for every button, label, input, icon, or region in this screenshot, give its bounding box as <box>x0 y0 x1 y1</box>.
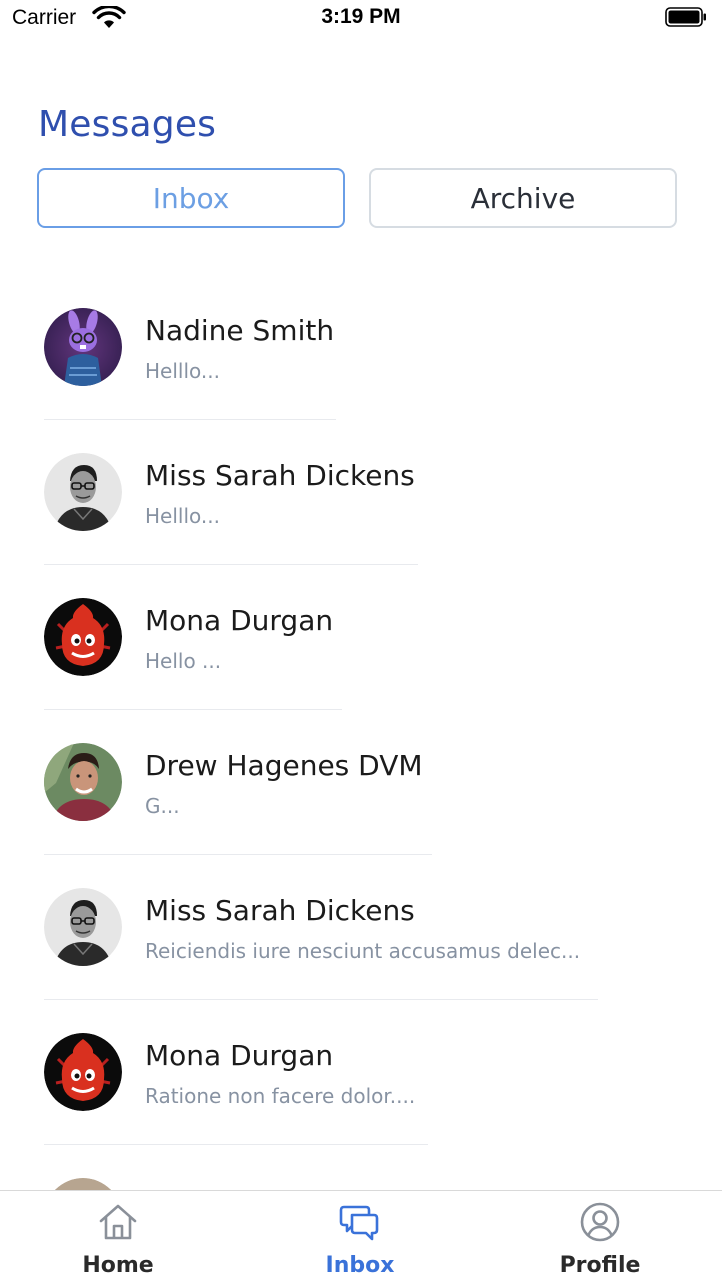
tab-bar-inbox[interactable]: Inbox <box>270 1191 450 1283</box>
divider <box>44 854 432 855</box>
message-preview: Hello ... <box>145 649 222 673</box>
message-sender: Miss Sarah Dickens <box>145 459 415 492</box>
message-list[interactable]: Nadine Smith Helllo... Miss Sarah Dicken… <box>0 284 722 1190</box>
tab-bar-profile-label: Profile <box>559 1253 641 1278</box>
message-item[interactable]: Mona Durgan Ratione non facere dolor.... <box>0 1009 722 1154</box>
message-sender: Nadine Smith <box>145 314 335 347</box>
divider <box>44 1144 428 1145</box>
divider <box>44 419 336 420</box>
battery-icon <box>665 7 706 27</box>
status-bar: Carrier 3:19 PM <box>0 0 722 38</box>
red-monster-avatar <box>44 1033 122 1111</box>
tab-inbox-label: Inbox <box>152 181 230 215</box>
message-sender: Miss Sarah Dickens <box>145 894 415 927</box>
bottom-tab-bar: Home Inbox Profile <box>0 1190 722 1282</box>
message-item[interactable]: Miss Sarah Dickens Helllo... <box>0 429 722 574</box>
message-sender: Mona Durgan <box>145 1039 334 1072</box>
message-sender: Drew Hagenes DVM <box>145 749 423 782</box>
chat-icon <box>339 1205 379 1241</box>
message-item[interactable]: Drew Hagenes DVM G... <box>0 719 722 864</box>
status-time: 3:19 PM <box>321 5 401 28</box>
message-item[interactable]: Nadine Smith Helllo... <box>0 284 722 429</box>
divider <box>44 999 598 1000</box>
purple-bunny-avatar <box>44 308 122 386</box>
avatar <box>44 1033 122 1111</box>
avatar <box>44 453 122 531</box>
tab-bar-profile[interactable]: Profile <box>510 1191 690 1283</box>
tab-bar-home-label: Home <box>82 1253 154 1278</box>
message-preview: Helllo... <box>145 504 220 528</box>
tab-archive[interactable]: Archive <box>369 168 677 228</box>
avatar <box>44 888 122 966</box>
partial-avatar <box>54 1178 112 1190</box>
message-item[interactable]: Miss Sarah Dickens Reiciendis iure nesci… <box>0 864 722 1009</box>
message-item[interactable] <box>0 1154 722 1190</box>
message-preview: Helllo... <box>145 359 220 383</box>
avatar <box>44 598 122 676</box>
bw-man-glasses-avatar <box>44 888 122 966</box>
tab-inbox[interactable]: Inbox <box>37 168 345 228</box>
user-circle-icon <box>580 1202 620 1242</box>
message-preview: G... <box>145 794 180 818</box>
message-sender: Mona Durgan <box>145 604 334 637</box>
red-monster-avatar <box>44 598 122 676</box>
tab-archive-label: Archive <box>470 181 576 215</box>
tab-bar-home[interactable]: Home <box>28 1191 208 1283</box>
message-preview: Ratione non facere dolor.... <box>145 1084 416 1108</box>
avatar <box>44 743 122 821</box>
page-title: Messages <box>38 104 217 145</box>
divider <box>44 709 342 710</box>
home-icon <box>99 1204 137 1240</box>
message-preview: Reiciendis iure nesciunt accusamus delec… <box>145 939 581 963</box>
smiling-man-avatar <box>44 743 122 821</box>
avatar <box>44 308 122 386</box>
divider <box>44 564 418 565</box>
message-item[interactable]: Mona Durgan Hello ... <box>0 574 722 719</box>
avatar <box>44 1178 122 1190</box>
bw-man-glasses-avatar <box>44 453 122 531</box>
tab-bar-inbox-label: Inbox <box>325 1253 395 1278</box>
